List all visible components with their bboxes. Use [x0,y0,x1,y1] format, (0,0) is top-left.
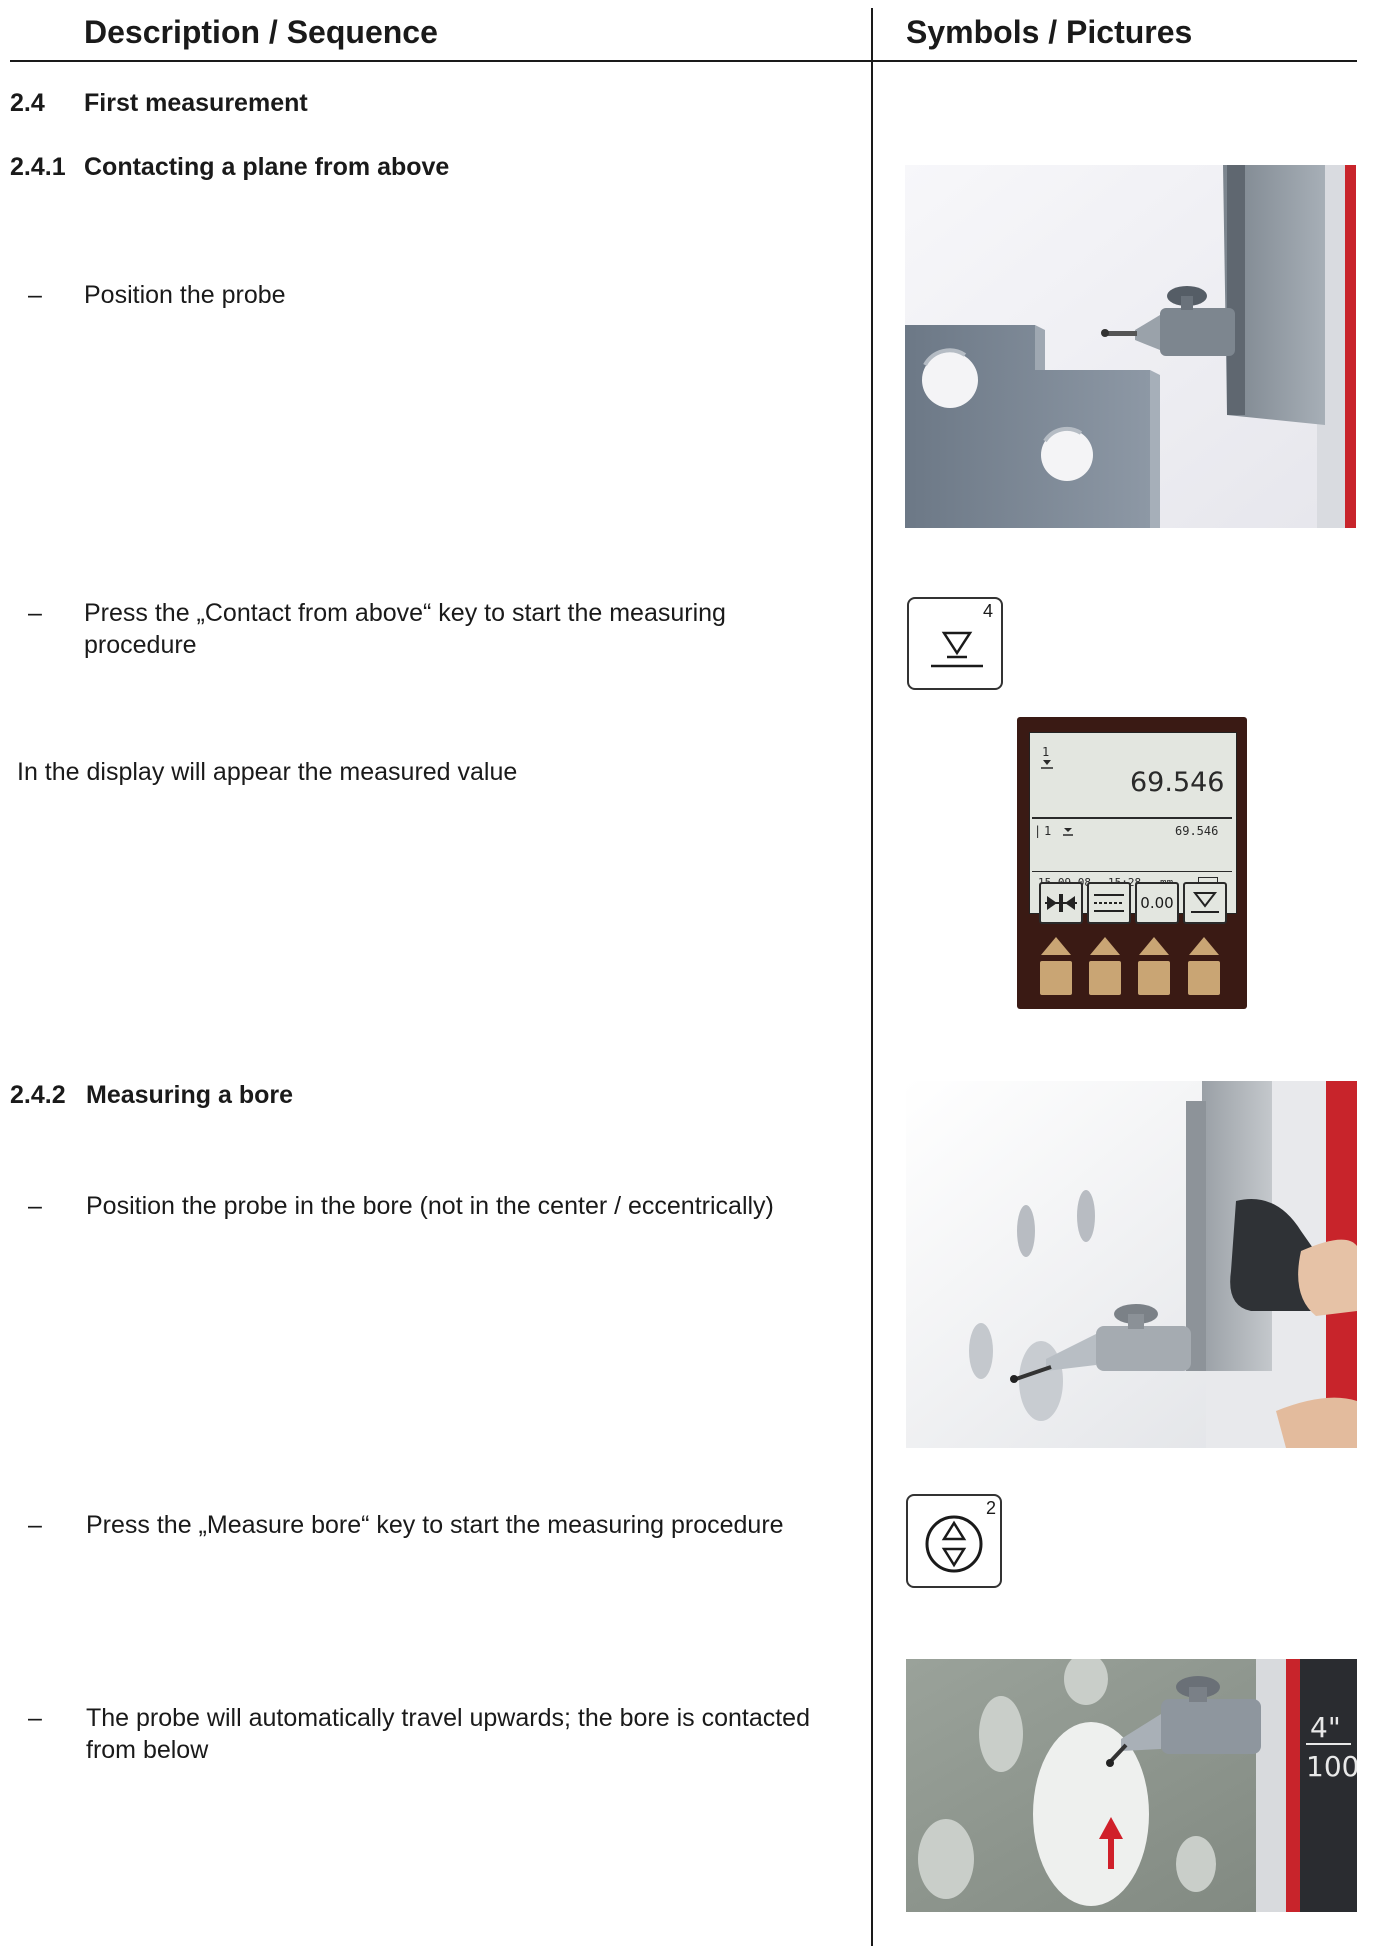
measure-bore-icon [925,1515,983,1573]
section-title-2-4-2: Measuring a bore [86,1081,293,1109]
contact-from-above-icon [931,631,983,668]
preset-softkey-label: 0.00 [1135,882,1179,924]
contact-from-above-icon [1063,828,1073,836]
column-divider [871,8,873,1946]
measure-bore-key[interactable]: 2 [906,1494,1002,1588]
step-dash: – [28,1704,42,1732]
probe-contact-plane-photo [905,165,1356,528]
menu-softkey-icon [1087,882,1131,924]
step-probe-travel-line1: The probe will automatically travel upwa… [86,1704,810,1732]
contact-from-above-icon [1041,760,1053,769]
lcd-divider [1032,871,1232,872]
section-number-2-4-1: 2.4.1 [10,153,66,181]
lcd-main-marker: 1 [1042,745,1050,759]
section-number-2-4-2: 2.4.2 [10,1081,66,1109]
lcd-list-value: 69.546 [1175,824,1219,838]
scale-bottom-label: 100 [1306,1750,1357,1783]
step-position-probe: Position the probe [84,281,286,309]
key-number: 2 [985,1498,996,1518]
step-press-measure-bore: Press the „Measure bore“ key to start th… [86,1511,784,1539]
softkey-1[interactable] [1039,937,1073,995]
softkey-3[interactable] [1137,937,1171,995]
probe-in-bore-photo [906,1081,1357,1448]
measurement-display-device: 1 69.546 | 1 69.546 15.09.08 15:28 mm 0.… [1017,717,1247,1009]
bore-contact-below-photo: 4" 100 [906,1659,1357,1912]
section-title-2-4-1: Contacting a plane from above [84,153,450,181]
softkey-2[interactable] [1088,937,1122,995]
softkey-4[interactable] [1187,937,1221,995]
step-press-contact-above-line2: procedure [84,631,197,659]
lcd-list-bar: | [1034,824,1042,838]
step-dash: – [28,281,42,309]
scale-top-label: 4" [1310,1711,1341,1744]
description-column-header: Description / Sequence [84,14,438,50]
contact-from-above-icon [1183,882,1227,924]
lcd-divider [1032,817,1232,819]
step-position-probe-bore: Position the probe in the bore (not in t… [86,1192,774,1220]
step-dash: – [28,599,42,627]
header-divider [10,60,1357,62]
section-number-2-4: 2.4 [10,89,45,117]
step-press-contact-above-line1: Press the „Contact from above“ key to st… [84,599,726,627]
pictures-column-header: Symbols / Pictures [906,14,1193,50]
step-dash: – [28,1511,42,1539]
zero-set-softkey-icon [1039,882,1083,924]
step-probe-travel-line2: from below [86,1736,209,1764]
lcd-main-value: 69.546 [1130,767,1225,798]
key-number: 4 [982,601,993,621]
section-title-2-4: First measurement [84,89,308,117]
contact-from-above-key[interactable]: 4 [907,597,1003,690]
display-note: In the display will appear the measured … [17,758,518,786]
lcd-list-index: 1 [1044,824,1052,838]
step-dash: – [28,1192,42,1220]
